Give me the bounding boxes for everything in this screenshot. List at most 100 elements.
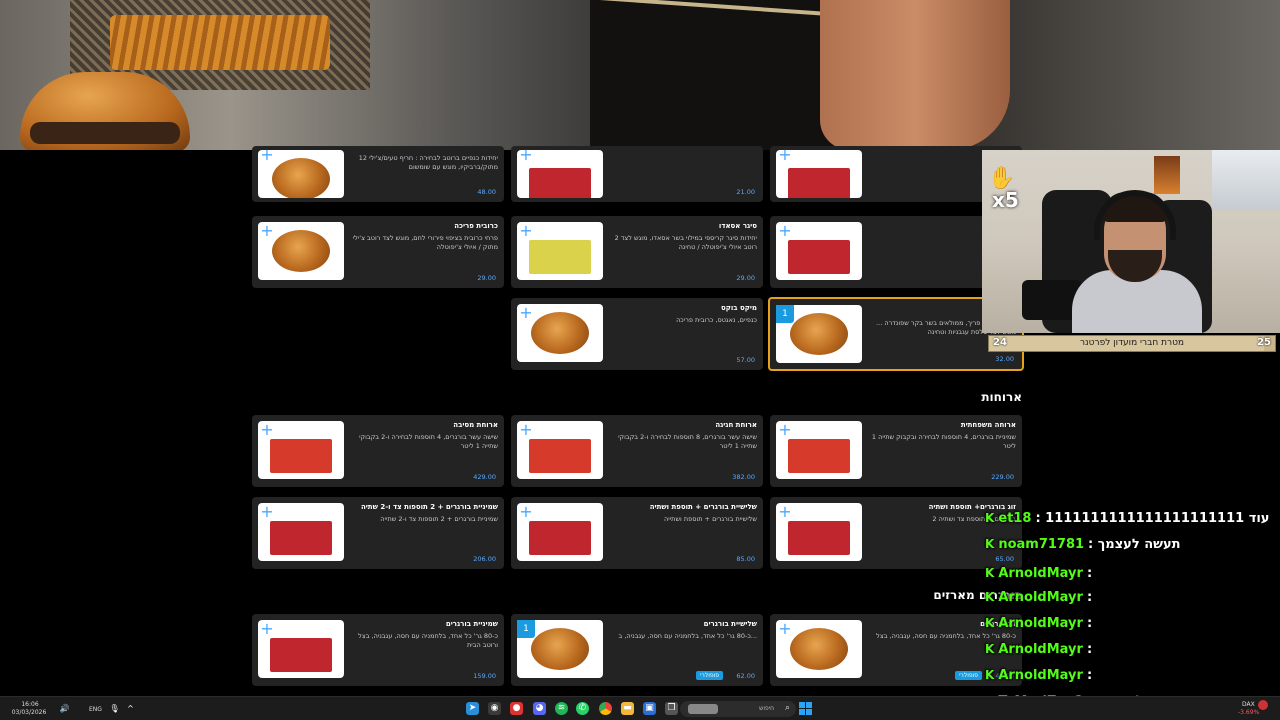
clock-date[interactable]: 03/03/2026 bbox=[6, 709, 52, 716]
add-plus-icon[interactable]: + bbox=[517, 304, 535, 322]
goal-current: 24 bbox=[993, 337, 1007, 348]
speaker-icon[interactable]: 🔊 bbox=[58, 702, 71, 715]
add-plus-icon[interactable]: + bbox=[517, 146, 535, 164]
add-plus-icon[interactable]: + bbox=[258, 222, 276, 240]
language-indicator[interactable]: ENG bbox=[89, 706, 102, 713]
item-price: 57.00 bbox=[736, 356, 755, 364]
item-title: ארוחת מסיבה bbox=[453, 421, 498, 429]
item-price: 85.00 bbox=[736, 555, 755, 563]
discord-icon[interactable]: ◕ bbox=[533, 702, 546, 715]
item-price: 159.00 bbox=[473, 672, 496, 680]
chat-username[interactable]: noam71781 bbox=[998, 537, 1084, 552]
item-description: שישה עשר בורגרים, 8 תוספות לבחירה ו-2 בק… bbox=[618, 433, 757, 450]
task-view-icon[interactable]: ❐ bbox=[665, 702, 678, 715]
add-plus-icon[interactable]: + bbox=[258, 620, 276, 638]
add-plus-icon[interactable]: + bbox=[258, 146, 276, 164]
menu-card[interactable]: + כרובית פריכה פרחי כרובית בציפוי פירורי… bbox=[252, 216, 504, 288]
chat-username[interactable]: ArnoldMayr bbox=[998, 642, 1083, 657]
stock-ticker-change[interactable]: -3.69% bbox=[1238, 709, 1259, 716]
subscriber-goal-bar: מטרת חברי מועדון לפרטנר 24 25 bbox=[988, 335, 1276, 352]
kick-badge-icon: K bbox=[985, 668, 995, 682]
kick-badge-icon: K bbox=[985, 590, 995, 604]
chat-message: K ArnoldMayr: bbox=[985, 642, 1092, 664]
chat-username[interactable]: ArnoldMayr bbox=[998, 566, 1083, 581]
section-title-meals: ארוחות bbox=[981, 390, 1022, 404]
add-plus-icon[interactable]: + bbox=[517, 222, 535, 240]
chat-username[interactable]: et18 bbox=[998, 511, 1031, 526]
add-plus-icon[interactable]: + bbox=[776, 146, 794, 164]
item-title: זוג בורגרים+ תוספת ושתיה bbox=[928, 503, 1016, 511]
menu-card[interactable]: + ארוחה משפחתית שמיניית בורגרים, 4 תוספו… bbox=[770, 415, 1022, 487]
quantity-badge[interactable]: 1 bbox=[517, 620, 535, 638]
menu-card[interactable]: + שמיניית בורגרים + 2 תוספות צד ו-2 שתיה… bbox=[252, 497, 504, 569]
item-price: 29.00 bbox=[477, 274, 496, 282]
taskbar: 16:06 03/03/2026 🔊 ENG 🎙 ^ ➤ ◉ ● ◕ ≋ ✆ ▬… bbox=[0, 696, 1280, 720]
item-title: שלישיית בורגרים + תוספת ושתיה bbox=[649, 503, 757, 511]
stock-ticker-name[interactable]: DAX bbox=[1242, 701, 1255, 708]
menu-card[interactable]: + שלישיית בורגרים + תוספת ושתיה שלישיית … bbox=[511, 497, 763, 569]
chat-separator: : bbox=[1088, 537, 1098, 552]
chat-message: Knoam71781: תעשה לעצמך bbox=[985, 537, 1181, 559]
item-title: סיגר אסאדו bbox=[718, 222, 757, 230]
item-title: שמיניית בורגרים bbox=[445, 620, 498, 628]
app-icon[interactable]: ◉ bbox=[488, 702, 501, 715]
clock-time[interactable]: 16:06 bbox=[20, 701, 40, 708]
file-explorer-icon[interactable]: ▬ bbox=[621, 702, 634, 715]
hero-banner-image bbox=[0, 0, 1280, 150]
app-icon[interactable]: ● bbox=[510, 702, 523, 715]
notification-icon[interactable] bbox=[1258, 700, 1268, 710]
menu-card[interactable]: + מיקס בוקס כנפיים, נאגטס, כרובית פריכה … bbox=[511, 298, 763, 370]
item-description: שישה עשר בורגרים, 4 תוספות לבחירה ו-2 בק… bbox=[359, 433, 498, 450]
chat-username[interactable]: ArnoldMayr bbox=[998, 668, 1083, 683]
chat-separator: : bbox=[1086, 590, 1093, 605]
menu-card[interactable]: + ארוחת חגיגה שישה עשר בורגרים, 8 תוספות… bbox=[511, 415, 763, 487]
item-price: 382.00 bbox=[732, 473, 755, 481]
spotify-icon[interactable]: ≋ bbox=[555, 702, 568, 715]
chrome-icon[interactable] bbox=[599, 702, 612, 715]
menu-card[interactable]: 1 שלישיית בורגרים כ-80 גר' כל אחד, בלחמנ… bbox=[511, 614, 763, 686]
telegram-icon[interactable]: ➤ bbox=[466, 702, 479, 715]
chat-username[interactable]: ArnoldMayr bbox=[998, 616, 1083, 631]
menu-card[interactable]: + ארוחת מסיבה שישה עשר בורגרים, 4 תוספות… bbox=[252, 415, 504, 487]
search-highlight-image bbox=[688, 704, 718, 714]
goal-label: מטרת חברי מועדון לפרטנר bbox=[1079, 338, 1185, 348]
search-icon: ⌕ bbox=[784, 703, 790, 713]
menu-card[interactable]: + 12 יחידות כנפיים ברוטב לבחירה : חריף ט… bbox=[252, 146, 504, 202]
streamer-webcam: ✋ x5 bbox=[982, 150, 1280, 333]
add-plus-icon[interactable]: + bbox=[776, 421, 794, 439]
taskbar-search[interactable]: חיפוש ⌕ bbox=[680, 701, 796, 717]
item-description: שלישיית בורגרים + תוספת ושתייה bbox=[664, 515, 757, 523]
tray-chevron-up-icon[interactable]: ^ bbox=[124, 702, 137, 715]
item-price: 429.00 bbox=[473, 473, 496, 481]
menu-card[interactable]: + סיגר אסאדו 2 יחידות סיגר קריספי במילוי… bbox=[511, 216, 763, 288]
add-plus-icon[interactable]: + bbox=[258, 503, 276, 521]
search-placeholder: חיפוש bbox=[759, 705, 774, 712]
add-plus-icon[interactable]: + bbox=[517, 503, 535, 521]
app-icon[interactable]: ▣ bbox=[643, 702, 656, 715]
chat-separator: : bbox=[1086, 616, 1093, 631]
item-price: 229.00 bbox=[991, 473, 1014, 481]
item-price: 21.00 bbox=[736, 188, 755, 196]
item-description: פרחי כרובית בציפוי פירורי לחם, מוגש לצד … bbox=[352, 234, 498, 251]
item-description: כ-80 גר' כל אחד, בלחמניה עם חסה, עגבניה,… bbox=[618, 632, 758, 640]
menu-card[interactable]: + 21.00 bbox=[511, 146, 763, 202]
add-plus-icon[interactable]: + bbox=[776, 503, 794, 521]
goal-target: 25 bbox=[1257, 337, 1271, 348]
multiplier-label: x5 bbox=[992, 188, 1019, 212]
item-price: 62.00 bbox=[736, 672, 755, 680]
add-plus-icon[interactable]: + bbox=[258, 421, 276, 439]
item-title: ארוחה משפחתית bbox=[960, 421, 1016, 429]
popular-badge: פופולרי bbox=[955, 671, 982, 680]
quantity-badge[interactable]: 1 bbox=[776, 305, 794, 323]
chat-separator: : bbox=[1086, 566, 1093, 581]
add-plus-icon[interactable]: + bbox=[517, 421, 535, 439]
chat-separator: : bbox=[1086, 642, 1093, 657]
windows-start-icon[interactable] bbox=[799, 702, 812, 715]
menu-card[interactable]: + שמיניית בורגרים כ-80 גר' כל אחד, בלחמנ… bbox=[252, 614, 504, 686]
microphone-icon[interactable]: 🎙 bbox=[108, 702, 121, 715]
kick-badge-icon: K bbox=[985, 642, 995, 656]
add-plus-icon[interactable]: + bbox=[776, 222, 794, 240]
chat-username[interactable]: ArnoldMayr bbox=[998, 590, 1083, 605]
whatsapp-icon[interactable]: ✆ bbox=[576, 702, 589, 715]
add-plus-icon[interactable]: + bbox=[776, 620, 794, 638]
